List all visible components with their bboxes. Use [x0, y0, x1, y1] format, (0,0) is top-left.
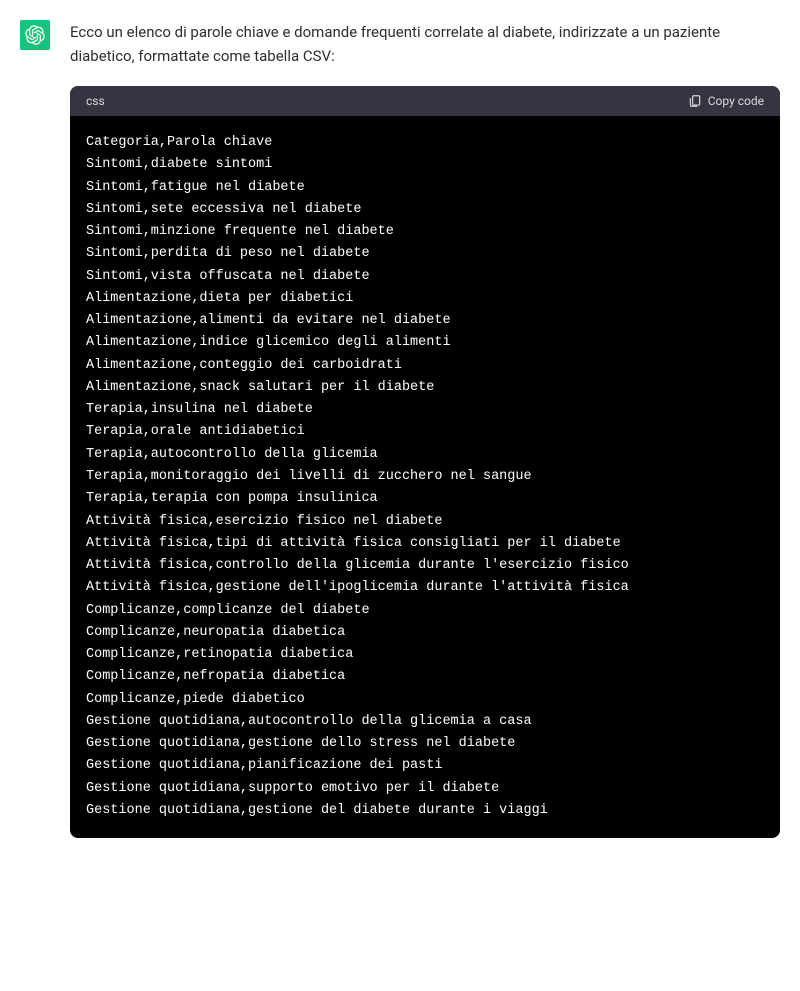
- code-line: Sintomi,sete eccessiva nel diabete: [86, 199, 764, 221]
- code-line: Categoria,Parola chiave: [86, 132, 764, 154]
- intro-text: Ecco un elenco di parole chiave e domand…: [70, 20, 780, 68]
- code-line: Attività fisica,esercizio fisico nel dia…: [86, 511, 764, 533]
- message-content: Ecco un elenco di parole chiave e domand…: [70, 20, 780, 838]
- code-line: Complicanze,retinopatia diabetica: [86, 644, 764, 666]
- assistant-message: Ecco un elenco di parole chiave e domand…: [20, 20, 780, 838]
- code-line: Gestione quotidiana,supporto emotivo per…: [86, 778, 764, 800]
- code-line: Sintomi,minzione frequente nel diabete: [86, 221, 764, 243]
- copy-code-label: Copy code: [708, 94, 764, 108]
- code-line: Gestione quotidiana,pianificazione dei p…: [86, 755, 764, 777]
- code-line: Alimentazione,snack salutari per il diab…: [86, 377, 764, 399]
- code-line: Alimentazione,indice glicemico degli ali…: [86, 332, 764, 354]
- clipboard-icon: [688, 94, 702, 108]
- code-header: css Copy code: [70, 86, 780, 116]
- assistant-avatar: [20, 20, 50, 50]
- code-block: css Copy code Categoria,Parola chiaveSin…: [70, 86, 780, 838]
- code-line: Attività fisica,controllo della glicemia…: [86, 555, 764, 577]
- code-line: Gestione quotidiana,gestione dello stres…: [86, 733, 764, 755]
- code-line: Alimentazione,alimenti da evitare nel di…: [86, 310, 764, 332]
- code-line: Sintomi,vista offuscata nel diabete: [86, 266, 764, 288]
- code-language-label: css: [86, 94, 105, 108]
- code-line: Gestione quotidiana,autocontrollo della …: [86, 711, 764, 733]
- code-line: Terapia,monitoraggio dei livelli di zucc…: [86, 466, 764, 488]
- code-line: Sintomi,fatigue nel diabete: [86, 177, 764, 199]
- code-line: Alimentazione,conteggio dei carboidrati: [86, 355, 764, 377]
- code-line: Sintomi,perdita di peso nel diabete: [86, 243, 764, 265]
- openai-logo-icon: [25, 25, 45, 45]
- code-line: Terapia,autocontrollo della glicemia: [86, 444, 764, 466]
- code-line: Gestione quotidiana,gestione del diabete…: [86, 800, 764, 822]
- code-line: Complicanze,nefropatia diabetica: [86, 666, 764, 688]
- code-line: Alimentazione,dieta per diabetici: [86, 288, 764, 310]
- code-line: Complicanze,complicanze del diabete: [86, 600, 764, 622]
- code-line: Complicanze,piede diabetico: [86, 689, 764, 711]
- code-line: Terapia,insulina nel diabete: [86, 399, 764, 421]
- code-line: Attività fisica,gestione dell'ipoglicemi…: [86, 577, 764, 599]
- code-line: Complicanze,neuropatia diabetica: [86, 622, 764, 644]
- copy-code-button[interactable]: Copy code: [688, 94, 764, 108]
- code-line: Terapia,terapia con pompa insulinica: [86, 488, 764, 510]
- code-body[interactable]: Categoria,Parola chiaveSintomi,diabete s…: [70, 116, 780, 838]
- code-line: Attività fisica,tipi di attività fisica …: [86, 533, 764, 555]
- code-line: Terapia,orale antidiabetici: [86, 421, 764, 443]
- code-line: Sintomi,diabete sintomi: [86, 154, 764, 176]
